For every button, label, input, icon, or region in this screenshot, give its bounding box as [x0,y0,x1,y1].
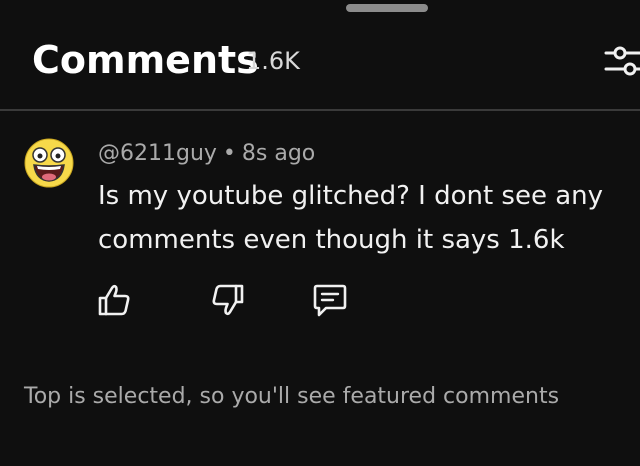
filter-sliders-icon[interactable] [600,42,640,82]
comment-text: Is my youtube glitched? I dont see any c… [98,181,604,255]
sort-info-note: Top is selected, so you'll see featured … [24,384,560,409]
meta-separator: • [222,141,236,166]
comment-meta: @6211guy • 8s ago [98,140,315,168]
comment-time: 8s ago [241,141,316,166]
comments-header: Comments 1.6K [0,0,640,108]
thumbs-up-icon[interactable] [96,282,132,318]
comments-title: Comments [32,38,259,82]
comment-author[interactable]: @6211guy [98,141,217,166]
reply-comment-icon[interactable] [312,282,348,318]
awesome-face-icon[interactable] [24,138,74,188]
comments-count: 1.6K [246,47,300,75]
thumbs-down-icon[interactable] [210,282,246,318]
header-divider [0,109,640,111]
